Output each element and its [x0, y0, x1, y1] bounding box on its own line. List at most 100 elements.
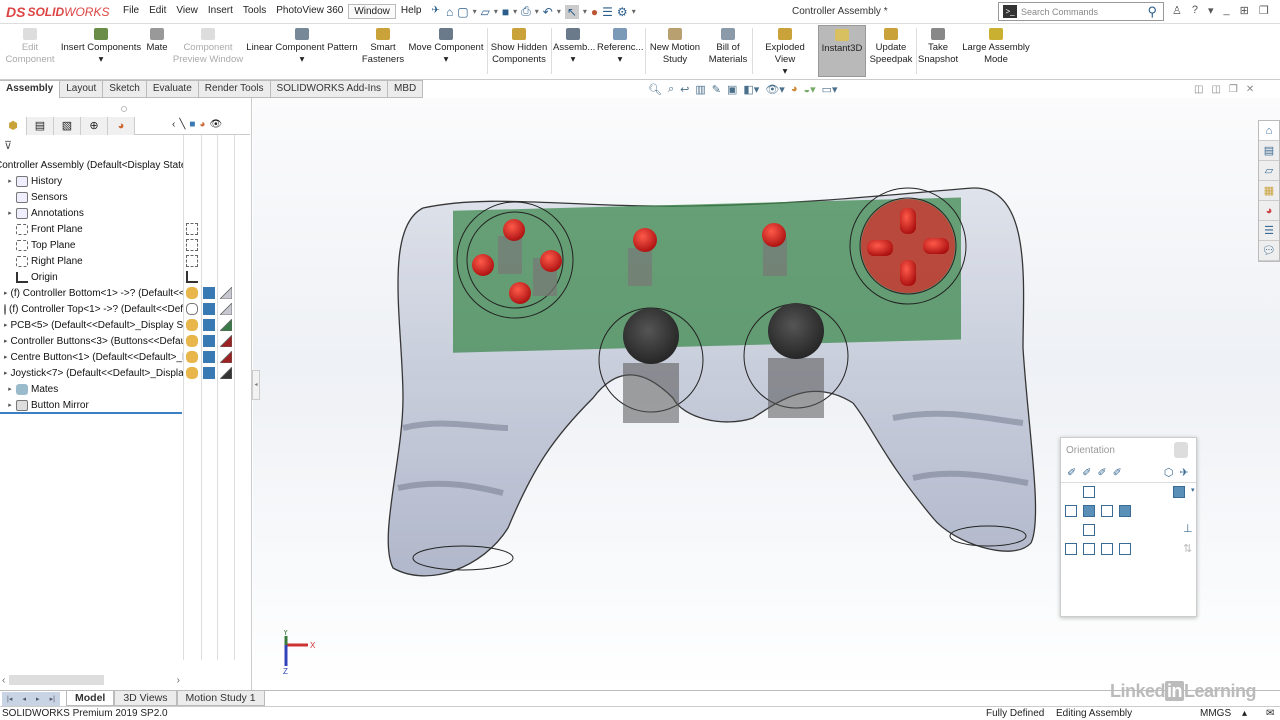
display-style-icon[interactable]: ◧▾ — [743, 83, 759, 96]
display-mode-icon[interactable] — [203, 287, 215, 299]
appearance-swatch-icon[interactable] — [220, 319, 232, 331]
menu-tools[interactable]: Tools — [238, 4, 271, 19]
tree-item-front-plane[interactable]: Front Plane — [0, 221, 184, 237]
tab-evaluate[interactable]: Evaluate — [146, 80, 199, 98]
appearance-icon[interactable]: ◕ — [199, 119, 205, 130]
two-view-horizontal-icon[interactable] — [1083, 543, 1095, 555]
link-views-icon[interactable]: ⇅ — [1183, 542, 1192, 555]
reset-standard-views-icon[interactable]: ✐ — [1097, 466, 1106, 479]
custom-properties-icon[interactable]: ☰ — [1259, 221, 1279, 241]
move-component-button[interactable]: Move Component ▾ — [407, 28, 485, 66]
select-icon[interactable]: ↖ — [564, 4, 579, 19]
restore-icon[interactable]: ❐ — [1259, 4, 1269, 17]
plane-visibility-icon[interactable] — [186, 223, 198, 235]
view-selector-icon[interactable]: ⬡ — [1164, 466, 1174, 479]
menu-file[interactable]: File — [118, 4, 144, 19]
pin-icon[interactable]: ✈ — [1179, 466, 1188, 479]
search-input[interactable]: Search Commands — [1021, 7, 1147, 17]
bottom-view-icon[interactable] — [1083, 524, 1095, 536]
menu-view[interactable]: View — [171, 4, 203, 19]
unit-system-selector[interactable]: MMGS — [1200, 708, 1231, 719]
mate-button[interactable]: Mate — [145, 28, 169, 54]
top-view-icon[interactable] — [1083, 486, 1095, 498]
tab-3d-views[interactable]: 3D Views — [114, 691, 177, 706]
units-dropdown-icon[interactable]: ▴ — [1242, 708, 1247, 719]
tree-item-mates[interactable]: ▸ Mates — [0, 381, 184, 397]
menu-edit[interactable]: Edit — [144, 4, 171, 19]
undo-dropdown[interactable]: ▾ — [557, 7, 561, 16]
open-icon[interactable]: ▱ — [481, 5, 490, 19]
tab-mbd[interactable]: MBD — [388, 80, 424, 98]
search-commands[interactable]: >_ Search Commands ⚲ — [998, 2, 1164, 21]
tab-assembly[interactable]: Assembly — [0, 80, 61, 98]
first-tab-icon[interactable]: |◂ — [7, 695, 12, 703]
display-mode-icon[interactable] — [203, 367, 215, 379]
collapse-panel-icon[interactable]: ‹ — [172, 119, 175, 130]
edit-component-button[interactable]: Edit Component — [4, 28, 56, 66]
tree-item-top-plane[interactable]: Top Plane — [0, 237, 184, 253]
two-view-vertical-icon[interactable] — [1101, 543, 1113, 555]
status-options-icon[interactable]: ✉ — [1266, 708, 1274, 719]
display-mode-icon[interactable] — [203, 319, 215, 331]
bill-of-materials-button[interactable]: Bill of Materials — [706, 28, 750, 66]
chevron-down-icon[interactable]: ▾ — [300, 54, 305, 65]
displaymanager-tab[interactable]: ◕ — [108, 116, 135, 135]
exploded-view-button[interactable]: Exploded View ▾ — [754, 28, 816, 78]
save-icon[interactable]: ■ — [502, 5, 509, 19]
chevron-down-icon[interactable]: ▾ — [783, 66, 788, 77]
tab-solidworks-addins[interactable]: SOLIDWORKS Add-Ins — [270, 80, 389, 98]
propertymanager-tab[interactable]: ▤ — [27, 116, 54, 135]
tree-item-pcb[interactable]: ▸PCB<5> (Default<<Default>_Display State… — [0, 317, 184, 333]
reset-views-icon[interactable]: ✐ — [1113, 466, 1122, 479]
view-palette-icon[interactable]: ▦ — [1259, 181, 1279, 201]
chevron-down-icon[interactable]: ▾ — [1191, 486, 1195, 498]
zoom-to-area-icon[interactable]: ⌕ — [668, 83, 674, 96]
four-view-icon[interactable] — [1119, 543, 1131, 555]
front-view-icon[interactable] — [1083, 505, 1095, 517]
tree-item-controller-buttons[interactable]: ▸Controller Buttons<3> (Buttons<<Default… — [0, 333, 184, 349]
print-icon[interactable]: ⎙ — [521, 4, 531, 19]
expand-arrow-icon[interactable]: ▸ — [4, 209, 16, 217]
expand-arrow-icon[interactable]: ▸ — [4, 401, 16, 409]
assembly-features-button[interactable]: Assemb... ▾ — [553, 28, 595, 66]
large-assembly-mode-button[interactable]: Large Assembly Mode — [962, 28, 1030, 66]
plane-visibility-icon[interactable] — [186, 239, 198, 251]
scroll-thumb[interactable] — [9, 675, 105, 685]
tree-item-origin[interactable]: Origin — [0, 269, 184, 285]
tab-model[interactable]: Model — [66, 691, 115, 706]
save-dropdown[interactable]: ▾ — [513, 7, 517, 16]
configurationmanager-tab[interactable]: ▧ — [54, 116, 81, 135]
display-state-icon[interactable]: ■ — [189, 119, 195, 130]
tree-horizontal-scrollbar[interactable]: ‹ › — [2, 673, 180, 687]
tree-item-centre-button[interactable]: ▸Centre Button<1> (Default<<Default>_Dis… — [0, 349, 184, 365]
normal-to-icon[interactable]: ⊥ — [1183, 522, 1193, 535]
help-icon[interactable]: ? — [1192, 4, 1198, 17]
back-view-icon[interactable] — [1119, 505, 1131, 517]
part-hidden-icon[interactable] — [186, 303, 198, 315]
chevron-down-icon[interactable]: ▾ — [618, 54, 623, 65]
left-view-icon[interactable] — [1065, 505, 1077, 517]
visibility-eye-icon[interactable]: 👁︎ — [209, 119, 222, 130]
appearance-swatch-icon[interactable] — [220, 367, 232, 379]
dynamic-annotation-icon[interactable]: ✎ — [712, 83, 721, 96]
tree-item-button-mirror[interactable]: ▸ Button Mirror — [0, 397, 184, 413]
sketch-line-icon[interactable]: ╲ — [179, 119, 185, 130]
home-icon[interactable]: ⌂ — [446, 5, 453, 19]
print-dropdown[interactable]: ▾ — [535, 7, 539, 16]
featuremanager-tree-tab[interactable]: ⬢ — [0, 116, 27, 135]
rebuild-icon[interactable]: ● — [591, 5, 598, 19]
solidworks-resources-home-icon[interactable]: ⌂ — [1259, 121, 1279, 141]
prev-tab-icon[interactable]: ◂ — [22, 695, 26, 703]
tree-item-sensors[interactable]: Sensors — [0, 189, 184, 205]
open-dropdown[interactable]: ▾ — [494, 7, 498, 16]
new-view-icon[interactable]: ✐ — [1067, 466, 1076, 479]
appearance-swatch-icon[interactable] — [220, 335, 232, 347]
pin-icon[interactable]: ✈ — [426, 4, 444, 19]
origin-visibility-icon[interactable] — [186, 271, 198, 283]
view-settings-icon[interactable]: ▭▾ — [822, 83, 838, 96]
last-tab-icon[interactable]: ▸| — [50, 695, 55, 703]
isometric-view-icon[interactable] — [1173, 486, 1185, 498]
display-mode-icon[interactable] — [203, 303, 215, 315]
tree-item-right-plane[interactable]: Right Plane — [0, 253, 184, 269]
tree-item-history[interactable]: ▸ History — [0, 173, 184, 189]
